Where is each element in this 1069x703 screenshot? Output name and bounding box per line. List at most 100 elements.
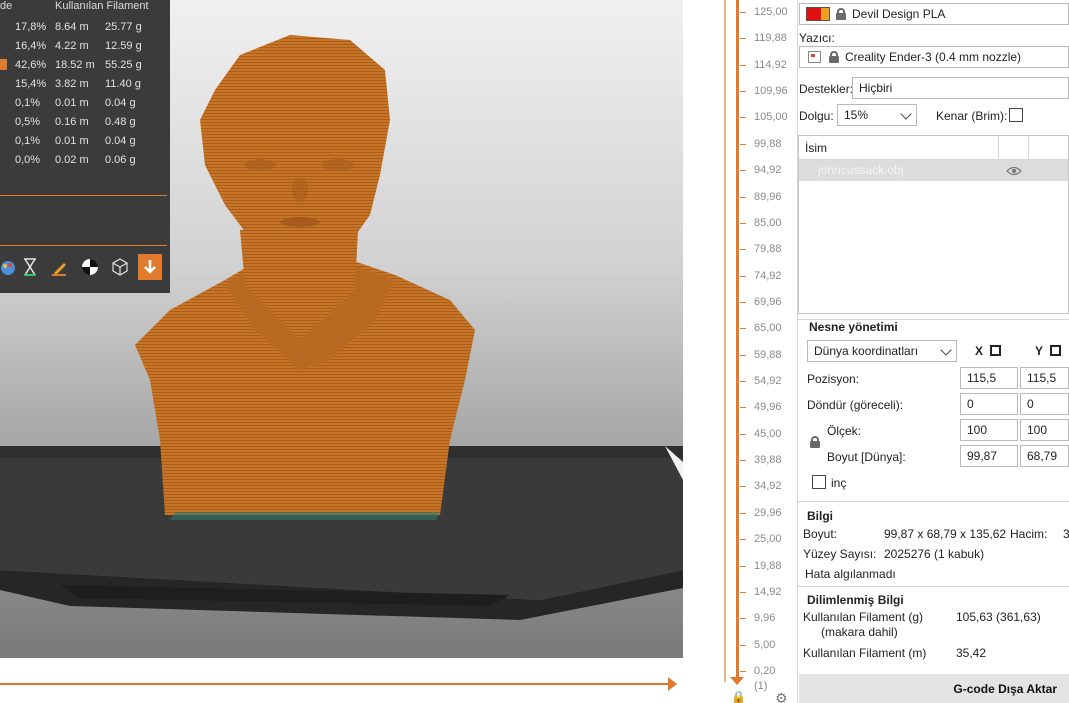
slice-stats-panel: de Kullanılan Filament 17,8% 8.64 m 25.77 …: [0, 0, 170, 293]
sliced-info-title: Dilimlenmiş Bilgi: [807, 593, 904, 607]
horizontal-move-slider[interactable]: [0, 683, 670, 685]
scale-lock-icon[interactable]: [810, 436, 820, 448]
color-palette-icon[interactable]: [0, 254, 20, 280]
info-volume-value: 3: [1063, 527, 1069, 541]
stats-weight: 0.48 g: [105, 116, 136, 128]
coordinate-system-select[interactable]: Dünya koordinatları: [807, 340, 957, 362]
layer-height-label: 19,88: [754, 560, 782, 572]
stats-row: 17,8% 8.64 m 25.77 g: [0, 21, 170, 40]
object-name[interactable]: johncussack.obj: [818, 163, 903, 177]
position-label: Pozisyon:: [807, 372, 860, 386]
column-divider: [1028, 136, 1029, 160]
layer-height-label: 5,00: [754, 639, 776, 651]
layer-tick: [740, 539, 746, 540]
stats-header-left: de: [0, 0, 13, 12]
divider: [797, 501, 1069, 502]
rotate-y-input[interactable]: 0: [1020, 393, 1069, 415]
export-gcode-button[interactable]: G-code Dışa Aktar: [799, 674, 1069, 703]
layer-tick: [740, 566, 746, 567]
stats-row: 16,4% 4.22 m 12.59 g: [0, 40, 170, 59]
supports-select[interactable]: Hiçbiri: [852, 77, 1069, 99]
layer-tick: [740, 170, 746, 171]
inch-label: inç: [831, 476, 847, 490]
layer-height-label: 65,00: [754, 322, 782, 334]
stats-length: 8.64 m: [55, 21, 89, 33]
size-y-input[interactable]: 68,79: [1020, 445, 1069, 467]
brim-checkbox[interactable]: [1009, 108, 1023, 122]
layer-slider-handle[interactable]: [730, 677, 744, 685]
stats-length: 0.01 m: [55, 135, 89, 147]
printer-name: Creality Ender-3 (0.4 mm nozzle): [845, 50, 1022, 64]
stats-length: 0.02 m: [55, 154, 89, 166]
position-y-input[interactable]: 115,5: [1020, 367, 1069, 389]
lock-icon[interactable]: [836, 8, 846, 20]
axis-x-icon: [990, 345, 1002, 356]
object-list-header: İsim: [799, 136, 1068, 160]
layer-tick: [740, 460, 746, 461]
layer-height-label: 114,92: [754, 59, 787, 71]
printer-preset-select[interactable]: Creality Ender-3 (0.4 mm nozzle): [799, 46, 1069, 68]
layer-tick: [740, 302, 746, 303]
position-x-input[interactable]: 115,5: [960, 367, 1018, 389]
layer-tick: [740, 355, 746, 356]
layer-tick: [740, 434, 746, 435]
divider: [797, 586, 1069, 587]
stats-header-filament: Kullanılan Filament: [55, 0, 149, 12]
layer-height-label: 59,88: [754, 349, 782, 361]
name-column-header[interactable]: İsim: [805, 141, 827, 155]
info-facets-label: Yüzey Sayısı:: [803, 547, 877, 561]
printer-icon: [808, 51, 821, 63]
cube-icon[interactable]: [108, 254, 132, 280]
pencil-icon[interactable]: [48, 254, 72, 280]
stats-length: 3.82 m: [55, 78, 89, 90]
gear-icon[interactable]: ⚙: [775, 690, 788, 703]
slider-arrow-icon[interactable]: [668, 677, 677, 691]
filament-preset-select[interactable]: Devil Design PLA: [799, 3, 1069, 25]
layer-slider-track-lower[interactable]: [724, 0, 726, 682]
supports-value: Hiçbiri: [859, 81, 893, 95]
eye-icon[interactable]: [1006, 165, 1022, 179]
object-row[interactable]: johncussack.obj: [799, 160, 1068, 181]
stats-percent: 17,8%: [15, 21, 47, 33]
layer-slider-track[interactable]: [736, 0, 739, 682]
rotate-label: Döndür (göreceli):: [807, 398, 904, 412]
extrusion-color-swatch: [0, 59, 7, 70]
inch-checkbox[interactable]: [812, 475, 826, 489]
3d-viewport[interactable]: de Kullanılan Filament 17,8% 8.64 m 25.77 …: [0, 0, 683, 658]
used-filament-m-value: 35,42: [956, 646, 987, 660]
layer-tick: [740, 38, 746, 39]
stats-percent: 16,4%: [15, 40, 47, 52]
layer-count: (1): [754, 680, 768, 692]
divider: [0, 245, 167, 246]
layer-height-label: 74,92: [754, 270, 782, 282]
stats-percent: 42,6%: [15, 59, 47, 71]
layer-height-label: 79,88: [754, 243, 782, 255]
infill-select[interactable]: 15%: [837, 104, 917, 126]
object-list[interactable]: İsim johncussack.obj: [798, 135, 1069, 314]
scale-x-input[interactable]: 100: [960, 419, 1018, 441]
stats-weight: 55.25 g: [105, 59, 142, 71]
rotate-x-input[interactable]: 0: [960, 393, 1018, 415]
layer-tick: [740, 91, 746, 92]
stats-row: 0,1% 0.01 m 0.04 g: [0, 97, 170, 116]
layer-tick: [740, 671, 746, 672]
layer-height-label: 14,92: [754, 586, 782, 598]
lock-icon[interactable]: 🔒: [731, 690, 746, 703]
hourglass-icon[interactable]: [18, 254, 42, 280]
stats-length: 0.01 m: [55, 97, 89, 109]
scale-y-input[interactable]: 100: [1020, 419, 1069, 441]
filament-name: Devil Design PLA: [852, 7, 946, 21]
calibration-icon[interactable]: [78, 254, 102, 280]
lock-icon[interactable]: [829, 51, 839, 63]
layer-height-label: 9,96: [754, 612, 776, 624]
size-x-input[interactable]: 99,87: [960, 445, 1018, 467]
layer-height-label: 34,92: [754, 480, 782, 492]
stats-percent: 0,1%: [15, 135, 41, 147]
stats-row: 0,0% 0.02 m 0.06 g: [0, 154, 170, 173]
printer-label: Yazıcı:: [799, 31, 835, 45]
export-down-icon[interactable]: [138, 254, 162, 280]
stats-percent: 15,4%: [15, 78, 47, 90]
layer-tick: [740, 381, 746, 382]
coordinate-system-value: Dünya koordinatları: [814, 344, 919, 358]
brim-label: Kenar (Brim):: [936, 109, 1008, 123]
